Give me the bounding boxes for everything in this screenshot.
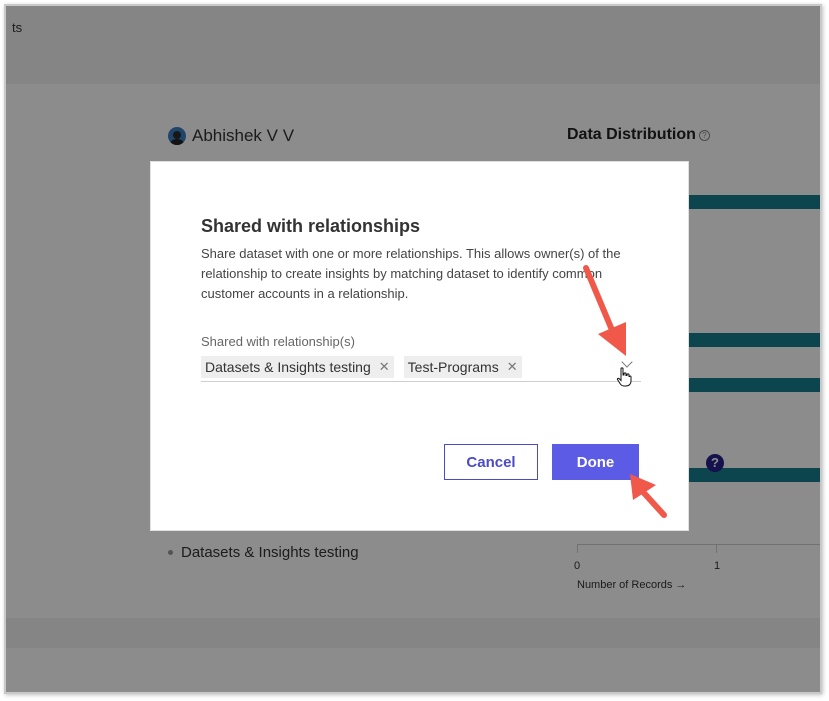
relationship-chip: Test-Programs ✕ xyxy=(403,355,522,378)
relationship-chip: Datasets & Insights testing ✕ xyxy=(201,355,394,378)
dialog-title: Shared with relationships xyxy=(201,216,421,236)
relationships-multiselect[interactable]: Datasets & Insights testing ✕ Test-Progr… xyxy=(201,352,641,382)
cancel-button[interactable]: Cancel xyxy=(444,444,538,480)
hand-pointer-icon xyxy=(616,367,632,387)
close-icon[interactable]: ✕ xyxy=(379,359,390,375)
close-icon[interactable]: ✕ xyxy=(507,359,518,375)
chevron-down-icon[interactable] xyxy=(621,356,633,368)
dialog-description: Share dataset with one or more relations… xyxy=(201,246,621,301)
share-relationships-dialog: Shared with relationships Share dataset … xyxy=(150,161,689,531)
chip-label: Datasets & Insights testing xyxy=(205,358,371,375)
chip-label: Test-Programs xyxy=(407,358,499,375)
done-button[interactable]: Done xyxy=(552,444,639,480)
app-window: ts Abhishek V V Data Distribution ? ? Da… xyxy=(4,4,822,694)
relationships-field-label: Shared with relationship(s) xyxy=(201,334,355,349)
